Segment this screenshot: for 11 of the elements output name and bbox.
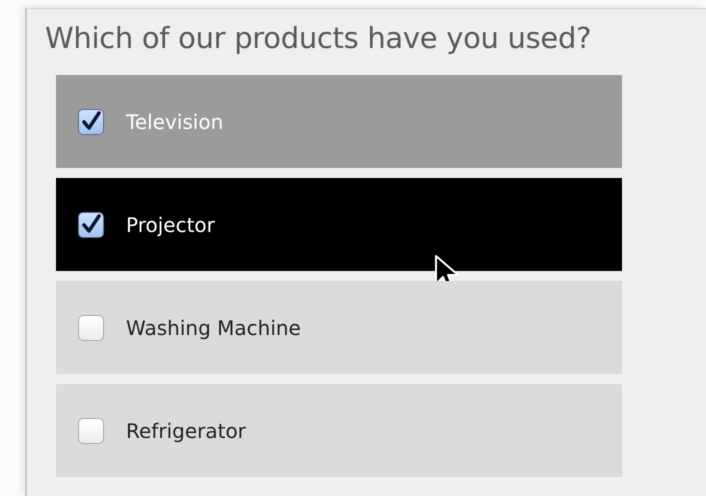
checkbox[interactable]	[78, 108, 104, 134]
option-label: Washing Machine	[126, 316, 301, 340]
option-label: Refrigerator	[126, 418, 246, 442]
option-label: Television	[126, 110, 224, 134]
checkbox[interactable]	[78, 212, 104, 238]
checkbox[interactable]	[78, 314, 104, 340]
checkbox[interactable]	[78, 418, 104, 444]
option-label: Projector	[126, 212, 215, 236]
option-row[interactable]: Washing Machine	[56, 281, 622, 374]
option-row[interactable]: Refrigerator	[56, 384, 622, 477]
question-title: Which of our products have you used?	[45, 21, 592, 55]
